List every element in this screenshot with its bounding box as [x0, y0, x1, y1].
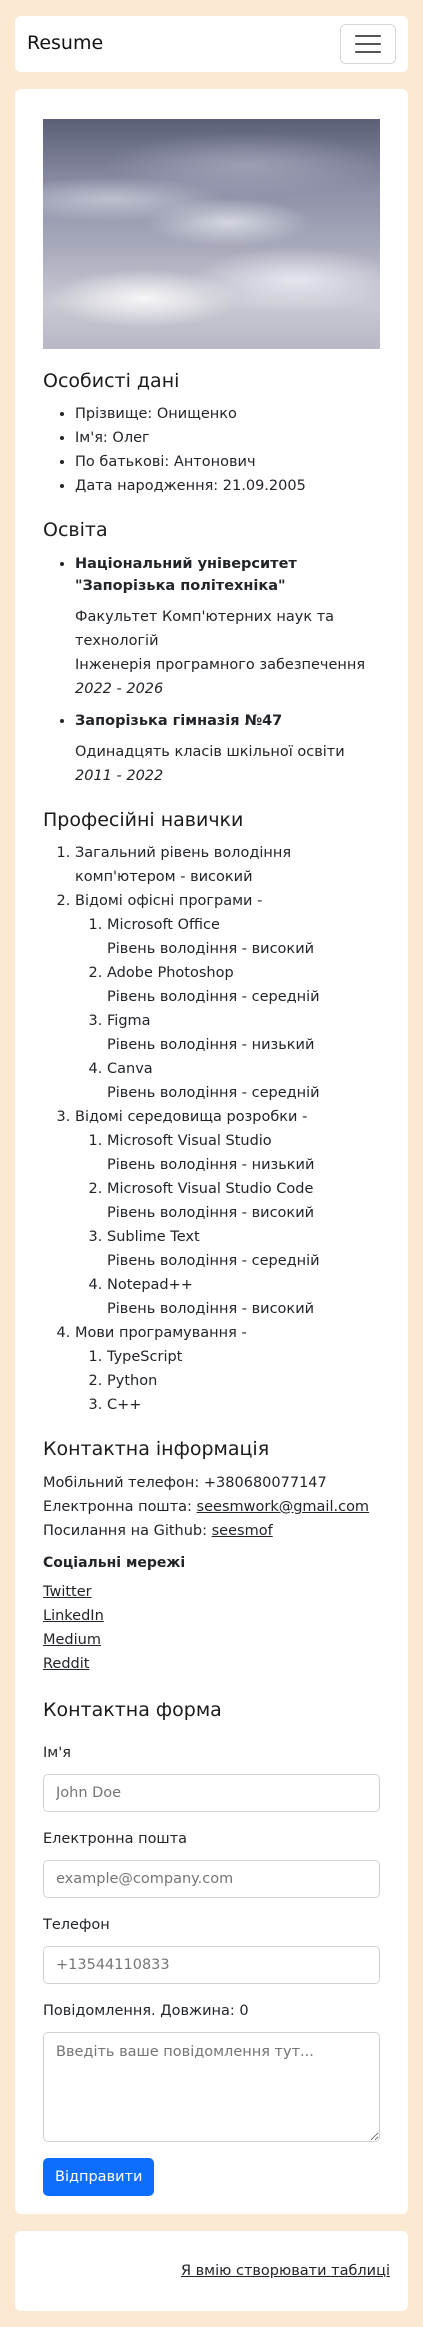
social-links: Twitter LinkedIn Medium Reddit	[43, 1580, 380, 1676]
medium-link[interactable]: Medium	[43, 1628, 380, 1652]
edu-name: Національний університет "Запорізька пол…	[75, 555, 297, 594]
email-input[interactable]	[43, 1859, 380, 1898]
footer: Я вмію створювати таблиці	[15, 2230, 408, 2311]
contact-title: Контактна інформація	[43, 1438, 270, 1461]
submit-button[interactable]: Відправити	[43, 2157, 155, 2196]
contact-form-section: Контактна форма Ім'я Електронна пошта Те…	[43, 1696, 380, 2196]
skills-section: Професійні навички Загальний рівень воло…	[43, 806, 380, 1417]
list-item: Microsoft Visual Studio CodeРівень волод…	[107, 1177, 380, 1225]
twitter-link[interactable]: Twitter	[43, 1580, 380, 1604]
message-textarea[interactable]	[43, 2031, 380, 2142]
education-section: Освіта Національний університет "Запоріз…	[43, 516, 380, 787]
education-list: Національний університет "Запорізька пол…	[43, 552, 380, 788]
personal-section: Особисті дані Прізвище: Онищенко Ім'я: О…	[43, 367, 380, 498]
skills-title: Професійні навички	[43, 808, 244, 831]
name-input[interactable]	[43, 1773, 380, 1812]
navbar-brand[interactable]: Resume	[27, 29, 103, 58]
name-label: Ім'я	[43, 1744, 71, 1761]
linkedin-link[interactable]: LinkedIn	[43, 1604, 380, 1628]
github-link[interactable]: seesmof	[212, 1523, 273, 1539]
skills-list: Загальний рівень володіння комп'ютером -…	[43, 841, 380, 1417]
personal-title: Особисті дані	[43, 370, 180, 392]
edu-years: 2022 - 2026	[75, 680, 164, 697]
phone-value: +380680077147	[203, 1474, 327, 1491]
list-item: Загальний рівень володіння комп'ютером -…	[75, 841, 380, 889]
tables-link[interactable]: Я вмію створювати таблиці	[181, 2260, 390, 2282]
list-item: Python	[107, 1369, 380, 1393]
education-title: Освіта	[43, 519, 108, 542]
list-item: Мови програмування - TypeScript Python C…	[75, 1321, 380, 1417]
contact-section: Контактна інформація Мобільний телефон: …	[43, 1435, 380, 1676]
edu-detail: Одинадцять класів шкільної освіти	[75, 743, 345, 760]
edu-name: Запорізька гімназія №47	[75, 712, 283, 729]
email-label: Електронна пошта	[43, 1830, 188, 1847]
hero-image-clouds	[43, 119, 380, 349]
list-item: По батькові: Антонович	[75, 450, 380, 474]
list-item: Notepad++Рівень володіння - високий	[107, 1273, 380, 1321]
navbar: Resume	[15, 16, 408, 72]
hamburger-icon	[355, 35, 381, 37]
phone-label: Телефон	[43, 1916, 110, 1933]
list-item: Національний університет "Запорізька пол…	[75, 552, 380, 701]
form-title: Контактна форма	[43, 1699, 222, 1722]
list-item: Microsoft OfficeРівень володіння - висок…	[107, 913, 380, 961]
list-item: Запорізька гімназія №47 Одинадцять класі…	[75, 709, 380, 788]
list-item: Відомі середовища розробки - Microsoft V…	[75, 1105, 380, 1321]
email-link[interactable]: seesmwork@gmail.com	[197, 1499, 370, 1515]
message-label: Повідомлення. Довжина: 0	[43, 2002, 249, 2019]
list-item: FigmaРівень володіння - низький	[107, 1009, 380, 1057]
list-item: Sublime TextРівень володіння - середній	[107, 1225, 380, 1273]
list-item: Дата народження: 21.09.2005	[75, 474, 380, 498]
social-title: Соціальні мережі	[43, 1554, 186, 1571]
menu-toggle-button[interactable]	[340, 24, 396, 64]
edu-specialty: Інженерія програмного забезпечення	[75, 656, 366, 673]
edu-faculty: Факультет Комп'ютерних наук та технологі…	[75, 608, 335, 649]
list-item: Відомі офісні програми - Microsoft Offic…	[75, 889, 380, 1105]
list-item: Ім'я: Олег	[75, 426, 380, 450]
reddit-link[interactable]: Reddit	[43, 1652, 380, 1676]
list-item: Adobe PhotoshopРівень володіння - середн…	[107, 961, 380, 1009]
phone-input[interactable]	[43, 1945, 380, 1984]
edu-years: 2011 - 2022	[75, 767, 164, 784]
list-item: C++	[107, 1393, 380, 1417]
list-item: CanvaРівень володіння - середній	[107, 1057, 380, 1105]
list-item: Microsoft Visual StudioРівень володіння …	[107, 1129, 380, 1177]
list-item: TypeScript	[107, 1345, 380, 1369]
resume-card: Особисті дані Прізвище: Онищенко Ім'я: О…	[15, 89, 408, 2214]
personal-list: Прізвище: Онищенко Ім'я: Олег По батьков…	[43, 402, 380, 498]
list-item: Прізвище: Онищенко	[75, 402, 380, 426]
